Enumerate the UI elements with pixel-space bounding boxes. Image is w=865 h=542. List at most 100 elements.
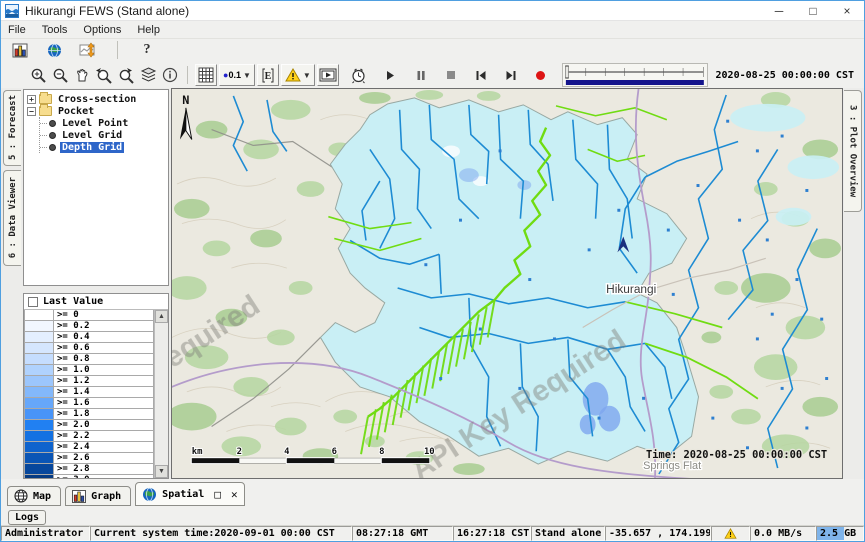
tree-node-label[interactable]: Pocket bbox=[56, 106, 96, 117]
wire-globe-icon bbox=[14, 489, 28, 503]
left-panel: + Cross-section − PocketLevel PointLevel Gr… bbox=[22, 88, 171, 479]
legend-swatch bbox=[24, 387, 54, 398]
scroll-up-icon[interactable]: ▲ bbox=[155, 310, 168, 323]
legend-label: >= 0 bbox=[54, 310, 154, 321]
legend-scrollbar[interactable]: ▲ ▼ bbox=[154, 310, 168, 478]
menu-tools[interactable]: Tools bbox=[42, 24, 68, 36]
tab-map[interactable]: Map bbox=[7, 486, 61, 506]
label-toggle-icon[interactable]: E bbox=[257, 64, 279, 86]
tree-leaf-label[interactable]: Depth Grid bbox=[60, 142, 124, 153]
timer-icon[interactable] bbox=[348, 64, 370, 86]
legend-entry[interactable]: >= 0.8 bbox=[24, 354, 154, 365]
legend-swatch bbox=[24, 365, 54, 376]
restore-panel-icon[interactable]: □ bbox=[214, 488, 221, 501]
menu-options[interactable]: Options bbox=[83, 24, 121, 36]
legend-entry[interactable]: >= 0.4 bbox=[24, 332, 154, 343]
pan-icon[interactable] bbox=[71, 64, 93, 86]
right-tab-strip: 3 : Plot Overview bbox=[843, 88, 864, 479]
tree-node[interactable]: − Pocket bbox=[26, 105, 168, 117]
node-bullet-icon bbox=[49, 132, 56, 139]
globe-icon bbox=[142, 487, 157, 502]
folder-icon bbox=[39, 94, 52, 104]
stop-icon[interactable] bbox=[440, 64, 462, 86]
legend-entry[interactable]: >= 1.2 bbox=[24, 376, 154, 387]
timeseries-chart-icon[interactable] bbox=[9, 39, 31, 61]
tree-leaf-label[interactable]: Level Grid bbox=[60, 130, 124, 141]
legend-entry[interactable]: >= 0.2 bbox=[24, 321, 154, 332]
menu-file[interactable]: File bbox=[8, 24, 26, 36]
play-icon[interactable] bbox=[380, 64, 402, 86]
legend-entry[interactable]: >= 3.0 bbox=[24, 475, 154, 478]
grid-display-icon[interactable] bbox=[195, 64, 217, 86]
legend-label: >= 2.4 bbox=[54, 442, 154, 453]
legend-entry[interactable]: >= 0.6 bbox=[24, 343, 154, 354]
status-memory: 2.5 GB bbox=[816, 526, 864, 541]
legend-entry[interactable]: >= 2.6 bbox=[24, 453, 154, 464]
help-icon[interactable]: ? bbox=[136, 39, 158, 61]
menu-help[interactable]: Help bbox=[137, 24, 160, 36]
legend-swatch bbox=[24, 343, 54, 354]
zoom-next-icon[interactable] bbox=[115, 64, 137, 86]
tab-spatial[interactable]: Spatial □ ✕ bbox=[135, 482, 244, 506]
status-bar: Administrator Current system time:2020-0… bbox=[1, 525, 864, 541]
legend-entry[interactable]: >= 0 bbox=[24, 310, 154, 321]
zoom-in-icon[interactable] bbox=[27, 64, 49, 86]
map-globe-icon[interactable] bbox=[43, 39, 65, 61]
scroll-down-icon[interactable]: ▼ bbox=[155, 465, 168, 478]
legend-entry[interactable]: >= 1.8 bbox=[24, 409, 154, 420]
time-slider-track[interactable] bbox=[565, 65, 705, 85]
zoom-out-icon[interactable] bbox=[49, 64, 71, 86]
flat-label: Springs Flat bbox=[643, 460, 701, 472]
legend-entry[interactable]: >= 2.2 bbox=[24, 431, 154, 442]
skip-end-icon[interactable] bbox=[500, 64, 522, 86]
close-button[interactable]: × bbox=[830, 1, 864, 20]
time-slider[interactable] bbox=[562, 63, 708, 87]
close-panel-icon[interactable]: ✕ bbox=[231, 488, 238, 501]
legend-entry[interactable]: >= 1.6 bbox=[24, 398, 154, 409]
last-value-checkbox[interactable] bbox=[28, 297, 38, 307]
tree-leaf-label[interactable]: Level Point bbox=[60, 118, 130, 129]
tab-data-viewer[interactable]: 6 : Data Viewer bbox=[3, 170, 21, 266]
collapse-icon[interactable]: − bbox=[27, 107, 36, 116]
legend-label: >= 1.4 bbox=[54, 387, 154, 398]
interval-value: 0.1 bbox=[228, 70, 241, 80]
tab-forecast[interactable]: 5 : Forecast bbox=[3, 90, 21, 166]
longitudinal-profile-icon[interactable] bbox=[77, 39, 99, 61]
record-icon[interactable] bbox=[530, 64, 552, 86]
tree-leaf[interactable]: Level Grid bbox=[40, 129, 168, 141]
legend-swatch bbox=[24, 431, 54, 442]
tree-leaf[interactable]: Depth Grid bbox=[40, 141, 168, 153]
layers-icon[interactable] bbox=[137, 64, 159, 86]
legend-entry[interactable]: >= 2.8 bbox=[24, 464, 154, 475]
tree-leaf[interactable]: Level Point bbox=[40, 117, 168, 129]
map-time-label: Time: 2020-08-25 00:00:00 CST bbox=[646, 449, 827, 461]
time-slider-thumb[interactable] bbox=[565, 66, 568, 78]
tree[interactable]: + Cross-section − PocketLevel PointLevel Gr… bbox=[23, 89, 169, 286]
tab-plot-overview[interactable]: 3 : Plot Overview bbox=[844, 90, 862, 212]
pause-icon[interactable] bbox=[410, 64, 432, 86]
map-canvas[interactable]: API Key Required API Key Required Hikura… bbox=[172, 89, 842, 478]
legend-label: >= 2.6 bbox=[54, 453, 154, 464]
legend-label: >= 1.0 bbox=[54, 365, 154, 376]
animation-icon[interactable] bbox=[317, 64, 339, 86]
interval-dropdown[interactable]: ● 0.1 ▼ bbox=[219, 64, 255, 86]
tab-graph[interactable]: Graph bbox=[65, 486, 131, 506]
status-system-time: Current system time:2020-09-01 00:00 CST bbox=[90, 526, 352, 541]
info-icon[interactable] bbox=[159, 64, 181, 86]
svg-text:E: E bbox=[265, 71, 272, 82]
tree-node-label[interactable]: Cross-section bbox=[56, 94, 138, 105]
legend-title: Last Value bbox=[43, 296, 103, 307]
legend-entry[interactable]: >= 1.0 bbox=[24, 365, 154, 376]
minimize-button[interactable]: ─ bbox=[762, 1, 796, 20]
legend-swatch bbox=[24, 464, 54, 475]
logs-button[interactable]: Logs bbox=[8, 510, 46, 525]
legend-entry[interactable]: >= 2.4 bbox=[24, 442, 154, 453]
legend-entry[interactable]: >= 2.0 bbox=[24, 420, 154, 431]
expand-icon[interactable]: + bbox=[27, 95, 36, 104]
warning-threshold-icon[interactable]: ▼ bbox=[281, 64, 315, 86]
zoom-previous-icon[interactable] bbox=[93, 64, 115, 86]
legend-entry[interactable]: >= 1.4 bbox=[24, 387, 154, 398]
menu-bar: File Tools Options Help bbox=[1, 21, 864, 39]
maximize-button[interactable]: □ bbox=[796, 1, 830, 20]
skip-start-icon[interactable] bbox=[470, 64, 492, 86]
